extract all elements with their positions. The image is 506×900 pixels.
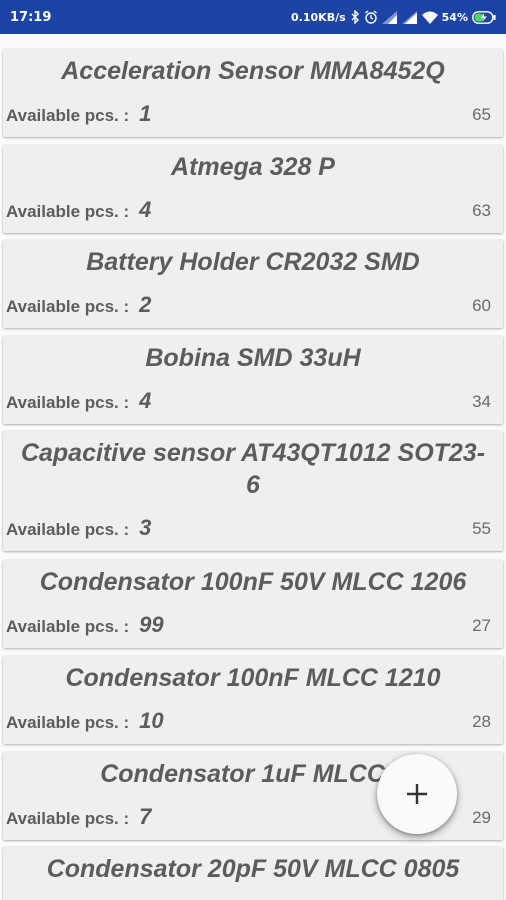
available-qty: 3 bbox=[139, 515, 152, 540]
availability: Available pcs. : 2 bbox=[6, 292, 151, 318]
availability: Available pcs. : 99 bbox=[6, 612, 164, 638]
available-label: Available pcs. : bbox=[6, 297, 130, 316]
available-qty: 1 bbox=[139, 101, 152, 126]
list-item[interactable]: Atmega 328 P Available pcs. : 4 63 bbox=[3, 145, 503, 233]
list-item[interactable]: Battery Holder CR2032 SMD Available pcs.… bbox=[3, 240, 503, 328]
item-id: 55 bbox=[472, 519, 491, 538]
item-id: 29 bbox=[472, 808, 491, 827]
available-label: Available pcs. : bbox=[6, 202, 130, 221]
item-id: 27 bbox=[472, 616, 491, 635]
battery-percent: 54% bbox=[441, 10, 468, 24]
item-name: Acceleration Sensor MMA8452Q bbox=[61, 57, 445, 85]
available-qty: 4 bbox=[139, 388, 152, 413]
add-item-button[interactable] bbox=[377, 754, 457, 834]
available-label: Available pcs. : bbox=[6, 809, 130, 828]
available-qty: 7 bbox=[139, 804, 152, 829]
signal-icon bbox=[381, 10, 398, 24]
item-name: Condensator 100nF 50V MLCC 1206 bbox=[39, 568, 467, 596]
available-qty: 2 bbox=[139, 292, 152, 317]
list-item[interactable]: Condensator 100nF 50V MLCC 1206 Availabl… bbox=[3, 560, 503, 648]
availability: Available pcs. : 10 bbox=[6, 708, 164, 734]
list-item[interactable]: Acceleration Sensor MMA8452Q Available p… bbox=[3, 49, 503, 137]
available-label: Available pcs. : bbox=[6, 393, 130, 412]
plus-icon bbox=[407, 784, 427, 804]
availability: Available pcs. : 7 bbox=[6, 804, 151, 830]
availability: Available pcs. : 4 bbox=[6, 388, 151, 414]
wifi-icon bbox=[421, 11, 438, 24]
signal-icon bbox=[401, 10, 418, 24]
available-qty: 4 bbox=[139, 197, 152, 222]
list-item[interactable]: Condensator 100nF MLCC 1210 Available pc… bbox=[3, 656, 503, 744]
item-name: Condensator 100nF MLCC 1210 bbox=[65, 664, 441, 692]
available-qty: 10 bbox=[139, 708, 164, 733]
available-label: Available pcs. : bbox=[6, 617, 130, 636]
item-name: Bobina SMD 33uH bbox=[145, 344, 361, 372]
list-item[interactable]: Condensator 20pF 50V MLCC 0805 bbox=[3, 847, 503, 900]
available-label: Available pcs. : bbox=[6, 106, 130, 125]
availability: Available pcs. : 3 bbox=[6, 515, 151, 541]
item-name: Battery Holder CR2032 SMD bbox=[86, 248, 420, 276]
item-name: Capacitive sensor AT43QT1012 SOT23-6 bbox=[20, 439, 486, 499]
availability: Available pcs. : 4 bbox=[6, 197, 151, 223]
item-id: 65 bbox=[472, 105, 491, 124]
item-name: Atmega 328 P bbox=[171, 153, 335, 181]
item-name: Condensator 20pF 50V MLCC 0805 bbox=[46, 855, 460, 883]
status-icons: 0.10KB/s 54% bbox=[291, 10, 496, 24]
net-speed: 0.10KB/s bbox=[291, 10, 346, 24]
item-id: 28 bbox=[472, 712, 491, 731]
available-label: Available pcs. : bbox=[6, 713, 130, 732]
list-item[interactable]: Capacitive sensor AT43QT1012 SOT23-6 Ava… bbox=[3, 431, 503, 551]
alarm-icon bbox=[364, 10, 378, 24]
availability: Available pcs. : 1 bbox=[6, 101, 151, 127]
status-bar: 17:19 0.10KB/s 54% bbox=[0, 0, 506, 34]
status-time: 17:19 bbox=[10, 9, 52, 25]
list-item[interactable]: Bobina SMD 33uH Available pcs. : 4 34 bbox=[3, 336, 503, 424]
bluetooth-icon bbox=[350, 10, 360, 24]
available-qty: 99 bbox=[139, 612, 164, 637]
item-id: 63 bbox=[472, 201, 491, 220]
battery-charging-icon bbox=[472, 10, 496, 24]
available-label: Available pcs. : bbox=[6, 520, 130, 539]
item-id: 34 bbox=[472, 392, 491, 411]
item-id: 60 bbox=[472, 296, 491, 315]
